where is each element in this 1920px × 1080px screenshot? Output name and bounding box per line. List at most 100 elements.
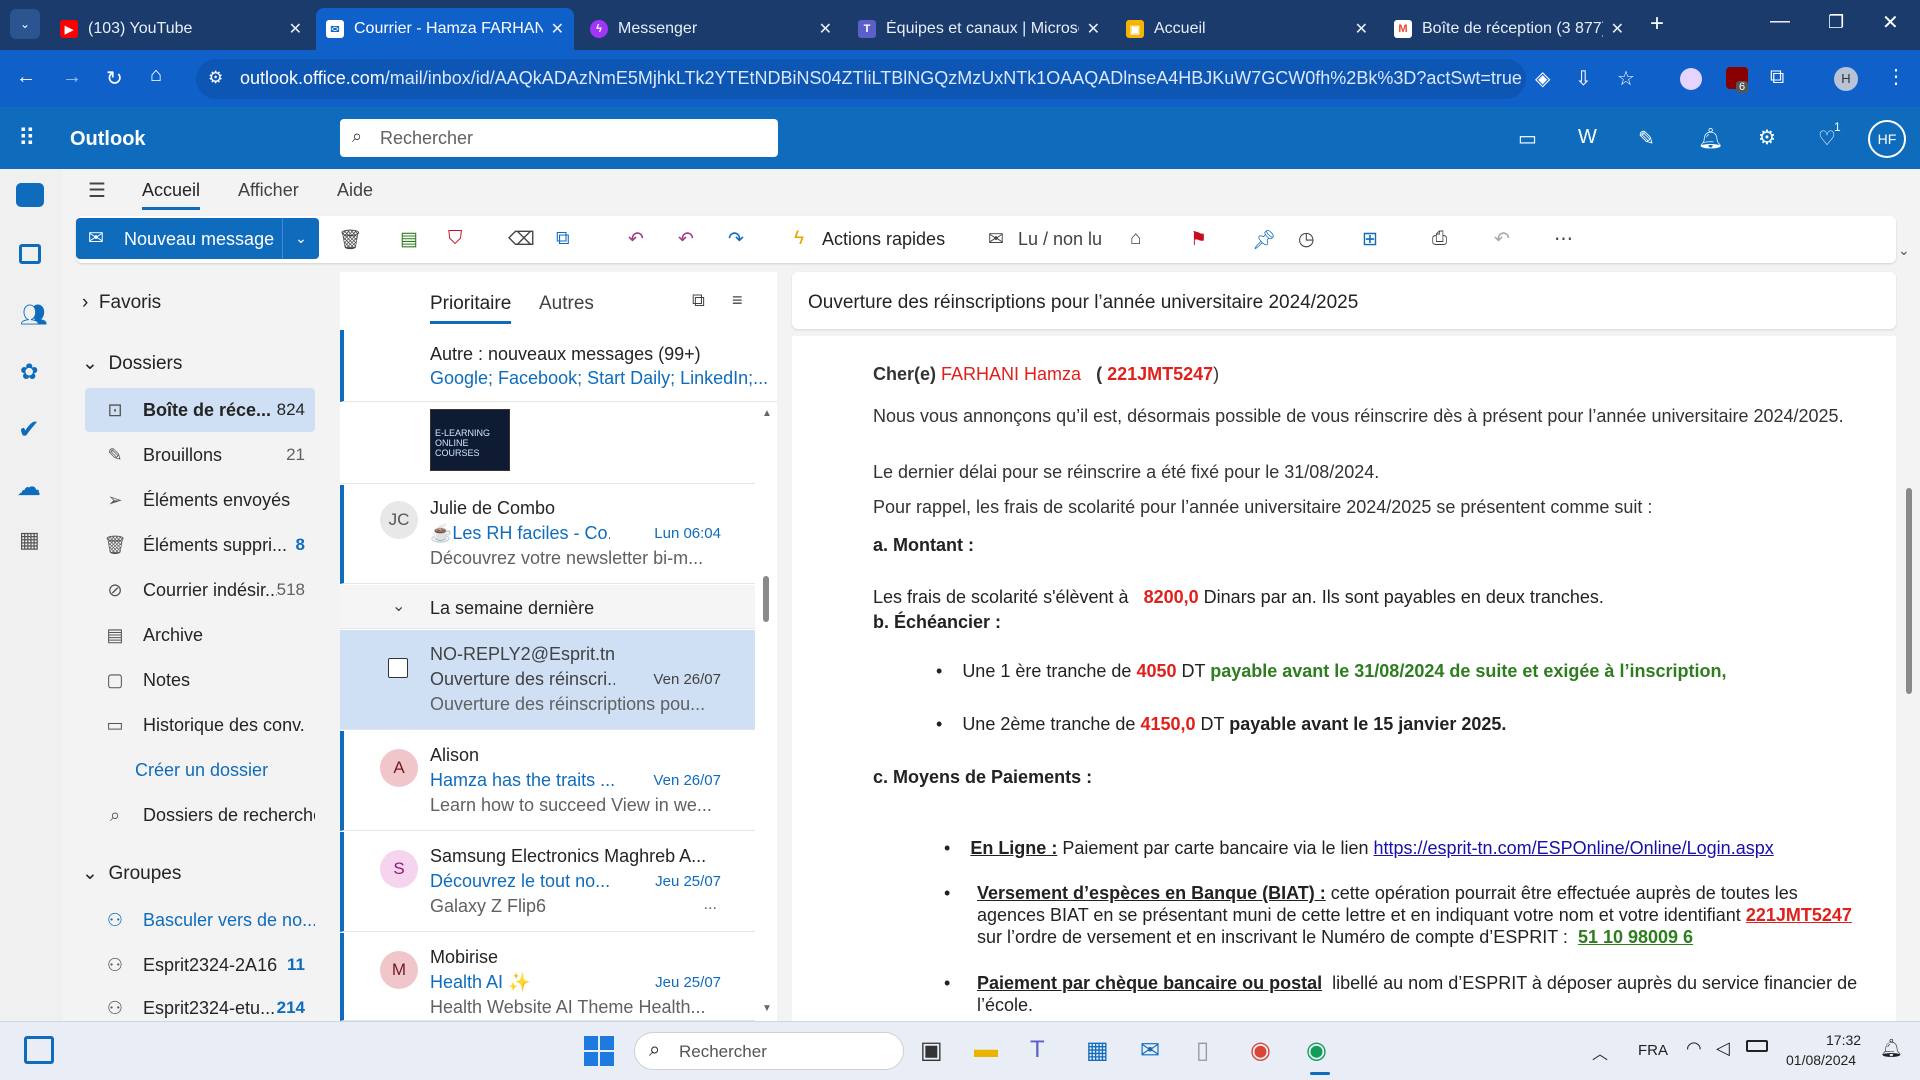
select-mode-icon[interactable]: ⧉ [692,290,705,311]
task-view-icon[interactable]: ▣ [920,1036,943,1065]
scroll-up-icon[interactable]: ▲ [762,408,772,419]
site-info-icon[interactable]: ⚙ [208,68,223,88]
install-icon[interactable]: ⇩ [1575,66,1592,91]
mail-taskbar-icon[interactable]: ✉ [1140,1036,1160,1065]
close-tab-icon[interactable]: ✕ [1611,19,1624,39]
tab-teams[interactable]: T Équipes et canaux | Microsoft ✕ [848,8,1110,50]
group-esprit-2a16[interactable]: ⚇ Esprit2324-2A16 11 [85,943,315,987]
close-tab-icon[interactable]: ✕ [1355,19,1368,39]
notification-bell-icon[interactable]: 🔔︎ [1880,1038,1903,1059]
folder-inbox[interactable]: ⊡ Boîte de réce... 824 [85,388,315,432]
forward-icon[interactable]: → [62,66,82,89]
filter-icon[interactable]: ≡ [732,290,743,311]
group-switch[interactable]: ⚇ Basculer vers de no... [85,898,315,942]
folders-header[interactable]: ⌄ Dossiers [82,352,182,375]
table-row[interactable]: JC Julie de Combo ☕Les RH faciles - Co..… [340,485,755,584]
delete-icon[interactable]: 🗑︎ [338,228,362,252]
bell-icon[interactable]: 🔔︎ [1698,126,1723,151]
scroll-thumb[interactable] [763,576,769,622]
chevron-down-icon[interactable]: ⌄ [282,218,319,259]
create-folder-link[interactable]: Créer un dossier [135,760,268,781]
todo-icon[interactable]: ✎ [1638,126,1655,151]
folder-junk[interactable]: ⊘ Courrier indésir... 518 [85,568,315,612]
word-icon[interactable]: W [1578,126,1597,149]
reply-all-icon[interactable]: ↶ [678,228,694,251]
people-icon[interactable]: 👥︎ [20,302,48,328]
bookmark-star-icon[interactable]: ☆ [1617,66,1635,91]
select-checkbox[interactable] [388,658,408,678]
start-button[interactable] [584,1036,614,1066]
nav-toggle-icon[interactable]: ☰ [88,178,106,203]
tab-other[interactable]: Autres [539,293,594,315]
volume-icon[interactable]: ◁ [1716,1038,1730,1059]
teams-chat-icon[interactable]: ▭ [1518,126,1537,151]
onedrive-icon[interactable]: ☁ [17,473,41,502]
store-icon[interactable]: ▦ [1086,1036,1109,1065]
table-row[interactable]: NO-REPLY2@Esprit.tn Ouverture des réinsc… [340,630,755,730]
groups-icon[interactable]: ✿ [20,359,38,385]
url-text[interactable]: outlook.office.com/mail/inbox/id/AAQkADA… [240,68,1522,89]
back-icon[interactable]: ← [16,66,36,89]
tab-search-dropdown[interactable]: ⌄ [10,9,40,39]
home-icon[interactable]: ⌂ [150,64,162,87]
new-tab-icon[interactable]: + [1650,10,1664,38]
groups-header[interactable]: ⌄ Groupes [82,862,181,885]
folder-sent[interactable]: ➢ Éléments envoyés [85,478,315,522]
document-icon[interactable]: ▯ [1196,1036,1209,1065]
archive-ribbon-icon[interactable]: ▤ [400,228,418,251]
browser-menu-icon[interactable]: ⋮ [1886,64,1906,89]
tab-youtube[interactable]: ▶ (103) YouTube ✕ [50,8,312,50]
folder-archive[interactable]: ▤ Archive [85,613,315,657]
table-row[interactable]: S Samsung Electronics Maghreb A... Décou… [340,832,755,932]
print-icon[interactable]: ⎙ [1432,228,1447,250]
close-window-icon[interactable]: ✕ [1882,10,1899,35]
extension-icon[interactable] [1680,68,1702,90]
folder-deleted[interactable]: 🗑︎ Éléments suppri... 8 [85,523,315,567]
tab-accueil[interactable]: Accueil [142,180,201,210]
group-esprit-etu[interactable]: ⚇ Esprit2324-etu... 214 [85,988,315,1020]
clock-time[interactable]: 17:32 [1826,1032,1861,1048]
chrome-profile-icon[interactable]: ◉ [1306,1036,1327,1065]
app-name[interactable]: Outlook [70,128,146,151]
move-to-icon[interactable]: ⧉ [556,228,570,250]
close-tab-icon[interactable]: ✕ [289,19,302,39]
minimize-icon[interactable]: — [1770,10,1790,33]
section-header[interactable]: ⌄ La semaine dernière [340,585,755,629]
search-input[interactable]: Rechercher [380,128,473,149]
tab-aide[interactable]: Aide [337,180,373,201]
file-explorer-icon[interactable]: ▬ [974,1036,998,1064]
close-tab-icon[interactable]: ✕ [551,19,564,39]
reply-icon[interactable]: ↶ [628,228,644,251]
extensions-puzzle-icon[interactable]: ⧉ [1770,66,1784,89]
tab-classroom[interactable]: ▣ Accueil ✕ [1116,8,1378,50]
folder-notes[interactable]: ▢ Notes [85,658,315,702]
quick-actions-icon[interactable]: ϟ [794,228,804,250]
widgets-icon[interactable] [24,1036,54,1064]
app-launcher-icon[interactable]: ⠿ [18,124,36,153]
rules-icon[interactable]: ⊞ [1362,228,1378,251]
new-message-button[interactable]: ✉ Nouveau message ⌄ [76,218,319,259]
app-available-icon[interactable]: ◈ [1535,66,1550,91]
tab-messenger[interactable]: ϟ Messenger ✕ [580,8,842,50]
more-options-icon[interactable]: ⋯ [1554,228,1573,251]
gear-icon[interactable]: ⚙ [1758,125,1776,150]
read-unread-button[interactable]: Lu / non lu [1018,229,1102,250]
teams-taskbar-icon[interactable]: T [1030,1036,1045,1064]
snooze-clock-icon[interactable]: ◷ [1298,228,1315,251]
scroll-down-icon[interactable]: ▼ [762,1003,772,1014]
table-row[interactable]: A Alison Hamza has the traits ... Ven 26… [340,731,755,831]
user-avatar[interactable]: HF [1868,120,1906,158]
battery-icon[interactable] [1746,1040,1768,1052]
chrome-icon[interactable]: ◉ [1250,1036,1271,1065]
tag-icon[interactable]: ⌂ [1130,228,1141,250]
undo-icon[interactable]: ↶ [1494,228,1510,251]
sweep-icon[interactable]: ⌫ [508,228,535,251]
close-tab-icon[interactable]: ✕ [1087,19,1100,39]
forward-mail-icon[interactable]: ↷ [728,228,744,251]
restore-icon[interactable]: ❐ [1828,12,1844,33]
tab-outlook[interactable]: ✉ Courrier - Hamza FARHANI ✕ [316,8,574,50]
folder-search-folders[interactable]: ⌕ Dossiers de recherche [85,793,315,837]
payment-link[interactable]: https://esprit-tn.com/ESPOnline/Online/L… [1374,838,1774,858]
language-indicator[interactable]: FRA [1638,1042,1668,1059]
pin-icon[interactable]: 📌︎ [1252,228,1276,252]
